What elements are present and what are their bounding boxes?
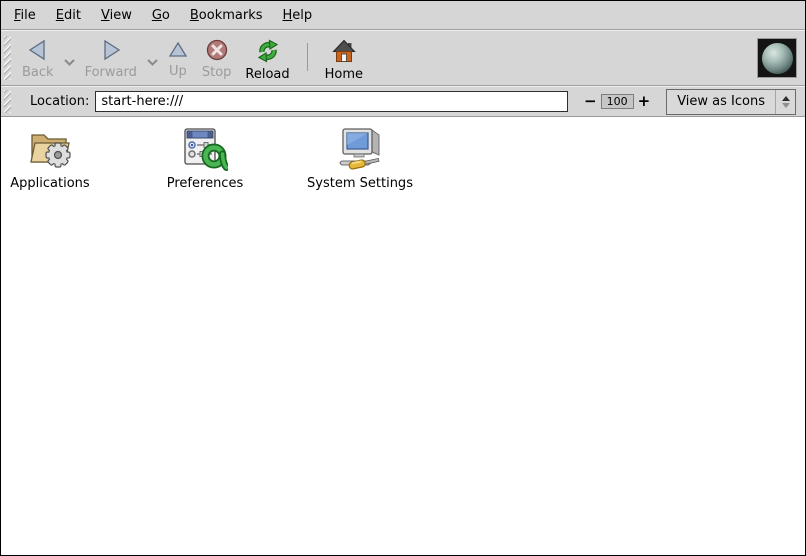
location-label: Location:: [30, 94, 89, 109]
zoom-in-button[interactable]: +: [634, 94, 655, 109]
back-label: Back: [22, 65, 54, 80]
menu-edit[interactable]: Edit: [46, 3, 91, 28]
stop-icon: [206, 39, 228, 61]
forward-arrow-icon: [100, 39, 122, 61]
back-button[interactable]: Back: [15, 33, 61, 83]
home-label: Home: [325, 67, 363, 82]
menubar: File Edit View Go Bookmarks Help: [1, 1, 805, 30]
reload-icon: [256, 39, 280, 63]
dropdown-indicator-icon: [776, 96, 795, 108]
forward-button[interactable]: Forward: [78, 33, 144, 83]
throbber: [757, 38, 797, 78]
forward-label: Forward: [85, 65, 137, 80]
applications-folder-icon: [26, 125, 74, 171]
menu-file[interactable]: File: [4, 3, 46, 28]
menu-help[interactable]: Help: [273, 3, 323, 28]
throbber-sphere-icon: [762, 43, 793, 74]
up-arrow-icon: [168, 39, 188, 60]
menu-view[interactable]: View: [91, 3, 142, 28]
view-as-dropdown[interactable]: View as Icons: [666, 89, 796, 115]
toolbar-separator: [307, 43, 308, 71]
menu-bookmarks[interactable]: Bookmarks: [180, 3, 273, 28]
toolbar: Back Forward Up: [1, 30, 805, 86]
icon-preferences[interactable]: Preferences: [157, 125, 253, 191]
reload-label: Reload: [245, 67, 289, 82]
stop-button[interactable]: Stop: [195, 33, 239, 83]
up-label: Up: [169, 64, 187, 79]
home-button[interactable]: Home: [318, 33, 370, 83]
back-history-dropdown[interactable]: [61, 51, 78, 70]
nautilus-window: File Edit View Go Bookmarks Help Back Fo…: [0, 0, 806, 556]
toolbar-grip-handle[interactable]: [4, 36, 11, 80]
icon-view: Applications: [1, 117, 805, 555]
location-input[interactable]: [95, 91, 568, 112]
location-bar: Location: − 100 + View as Icons: [1, 86, 805, 117]
icon-label: System Settings: [307, 176, 413, 191]
icon-label: Applications: [10, 176, 89, 191]
icon-applications[interactable]: Applications: [2, 125, 98, 191]
view-as-label: View as Icons: [677, 94, 765, 109]
up-button[interactable]: Up: [161, 33, 195, 83]
preferences-icon: [182, 125, 228, 171]
icon-label: Preferences: [167, 176, 243, 191]
locationbar-grip-handle[interactable]: [4, 90, 11, 113]
reload-button[interactable]: Reload: [238, 33, 296, 83]
stop-label: Stop: [202, 65, 232, 80]
back-arrow-icon: [27, 39, 49, 61]
system-settings-icon: [334, 125, 386, 171]
menu-go[interactable]: Go: [142, 3, 180, 28]
forward-history-dropdown[interactable]: [144, 51, 161, 70]
icon-system-settings[interactable]: System Settings: [312, 125, 408, 191]
zoom-level-indicator: 100: [601, 94, 634, 109]
home-icon: [332, 39, 356, 63]
zoom-out-button[interactable]: −: [580, 94, 601, 109]
